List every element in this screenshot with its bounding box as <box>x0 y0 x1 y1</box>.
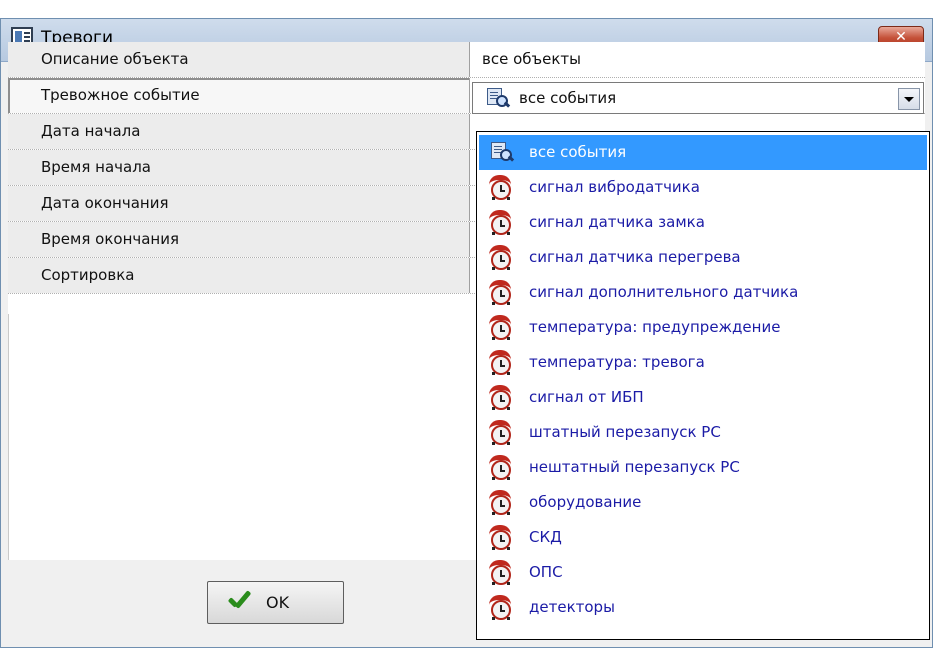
option-detectors[interactable]: детекторы <box>479 590 927 625</box>
option-label: сигнал от ИБП <box>529 388 644 406</box>
property-value[interactable]: все объекты <box>470 42 933 77</box>
alarm-clock-icon <box>489 560 513 586</box>
option-label: оборудование <box>529 493 642 511</box>
property-label: Описание объекта <box>8 42 470 77</box>
alarm-clock-icon <box>489 245 513 271</box>
event-combobox[interactable]: все события <box>472 82 924 114</box>
option-temperature-warning[interactable]: температура: предупреждение <box>479 310 927 345</box>
ok-button-label: OK <box>266 593 290 612</box>
chevron-down-icon[interactable] <box>898 88 920 110</box>
option-label: все события <box>529 143 627 161</box>
option-ops[interactable]: ОПС <box>479 555 927 590</box>
option-normal-restart[interactable]: штатный перезапуск PC <box>479 415 927 450</box>
property-label: Время окончания <box>8 222 470 257</box>
alarm-clock-icon <box>489 420 513 446</box>
alarm-clock-icon <box>489 455 513 481</box>
property-label: Дата начала <box>8 114 470 149</box>
alarm-clock-icon <box>489 175 513 201</box>
option-lock-sensor[interactable]: сигнал датчика замка <box>479 205 927 240</box>
option-skd[interactable]: СКД <box>479 520 927 555</box>
option-label: СКД <box>529 528 562 546</box>
option-label: нештатный перезапуск PC <box>529 458 740 476</box>
alarm-clock-icon <box>489 210 513 236</box>
option-equipment[interactable]: оборудование <box>479 485 927 520</box>
option-label: температура: предупреждение <box>529 318 781 336</box>
property-label: Время начала <box>8 150 470 185</box>
option-label: сигнал вибродатчика <box>529 178 700 196</box>
option-overheat-sensor[interactable]: сигнал датчика перегрева <box>479 240 927 275</box>
option-abnormal-restart[interactable]: нештатный перезапуск PC <box>479 450 927 485</box>
event-dropdown-list: все события сигнал вибродатчика сигнал д… <box>476 131 930 640</box>
option-ups-signal[interactable]: сигнал от ИБП <box>479 380 927 415</box>
search-icon <box>489 140 515 164</box>
option-label: ОПС <box>529 563 563 581</box>
alarm-clock-icon <box>489 525 513 551</box>
option-all-events[interactable]: все события <box>479 135 927 170</box>
alarm-clock-icon <box>489 280 513 306</box>
search-icon <box>485 86 511 110</box>
option-label: температура: тревога <box>529 353 705 371</box>
checkmark-icon <box>228 596 252 608</box>
option-temperature-alarm[interactable]: температура: тревога <box>479 345 927 380</box>
option-label: сигнал дополнительного датчика <box>529 283 799 301</box>
alarm-clock-icon <box>489 350 513 376</box>
option-label: сигнал датчика перегрева <box>529 248 741 266</box>
alarm-clock-icon <box>489 385 513 411</box>
option-vibration-sensor[interactable]: сигнал вибродатчика <box>479 170 927 205</box>
alarm-clock-icon <box>489 595 513 621</box>
option-additional-sensor[interactable]: сигнал дополнительного датчика <box>479 275 927 310</box>
option-label: детекторы <box>529 598 615 616</box>
property-row-object-description[interactable]: Описание объекта все объекты <box>8 42 925 78</box>
alarm-clock-icon <box>489 315 513 341</box>
ok-button[interactable]: OK <box>207 581 344 624</box>
property-label: Дата окончания <box>8 186 470 221</box>
property-label: Тревожное событие <box>8 78 470 113</box>
alarm-clock-icon <box>489 490 513 516</box>
property-label: Сортировка <box>8 258 470 293</box>
option-label: сигнал датчика замка <box>529 213 705 231</box>
event-combobox-value: все события <box>519 89 617 107</box>
option-label: штатный перезапуск PC <box>529 423 721 441</box>
